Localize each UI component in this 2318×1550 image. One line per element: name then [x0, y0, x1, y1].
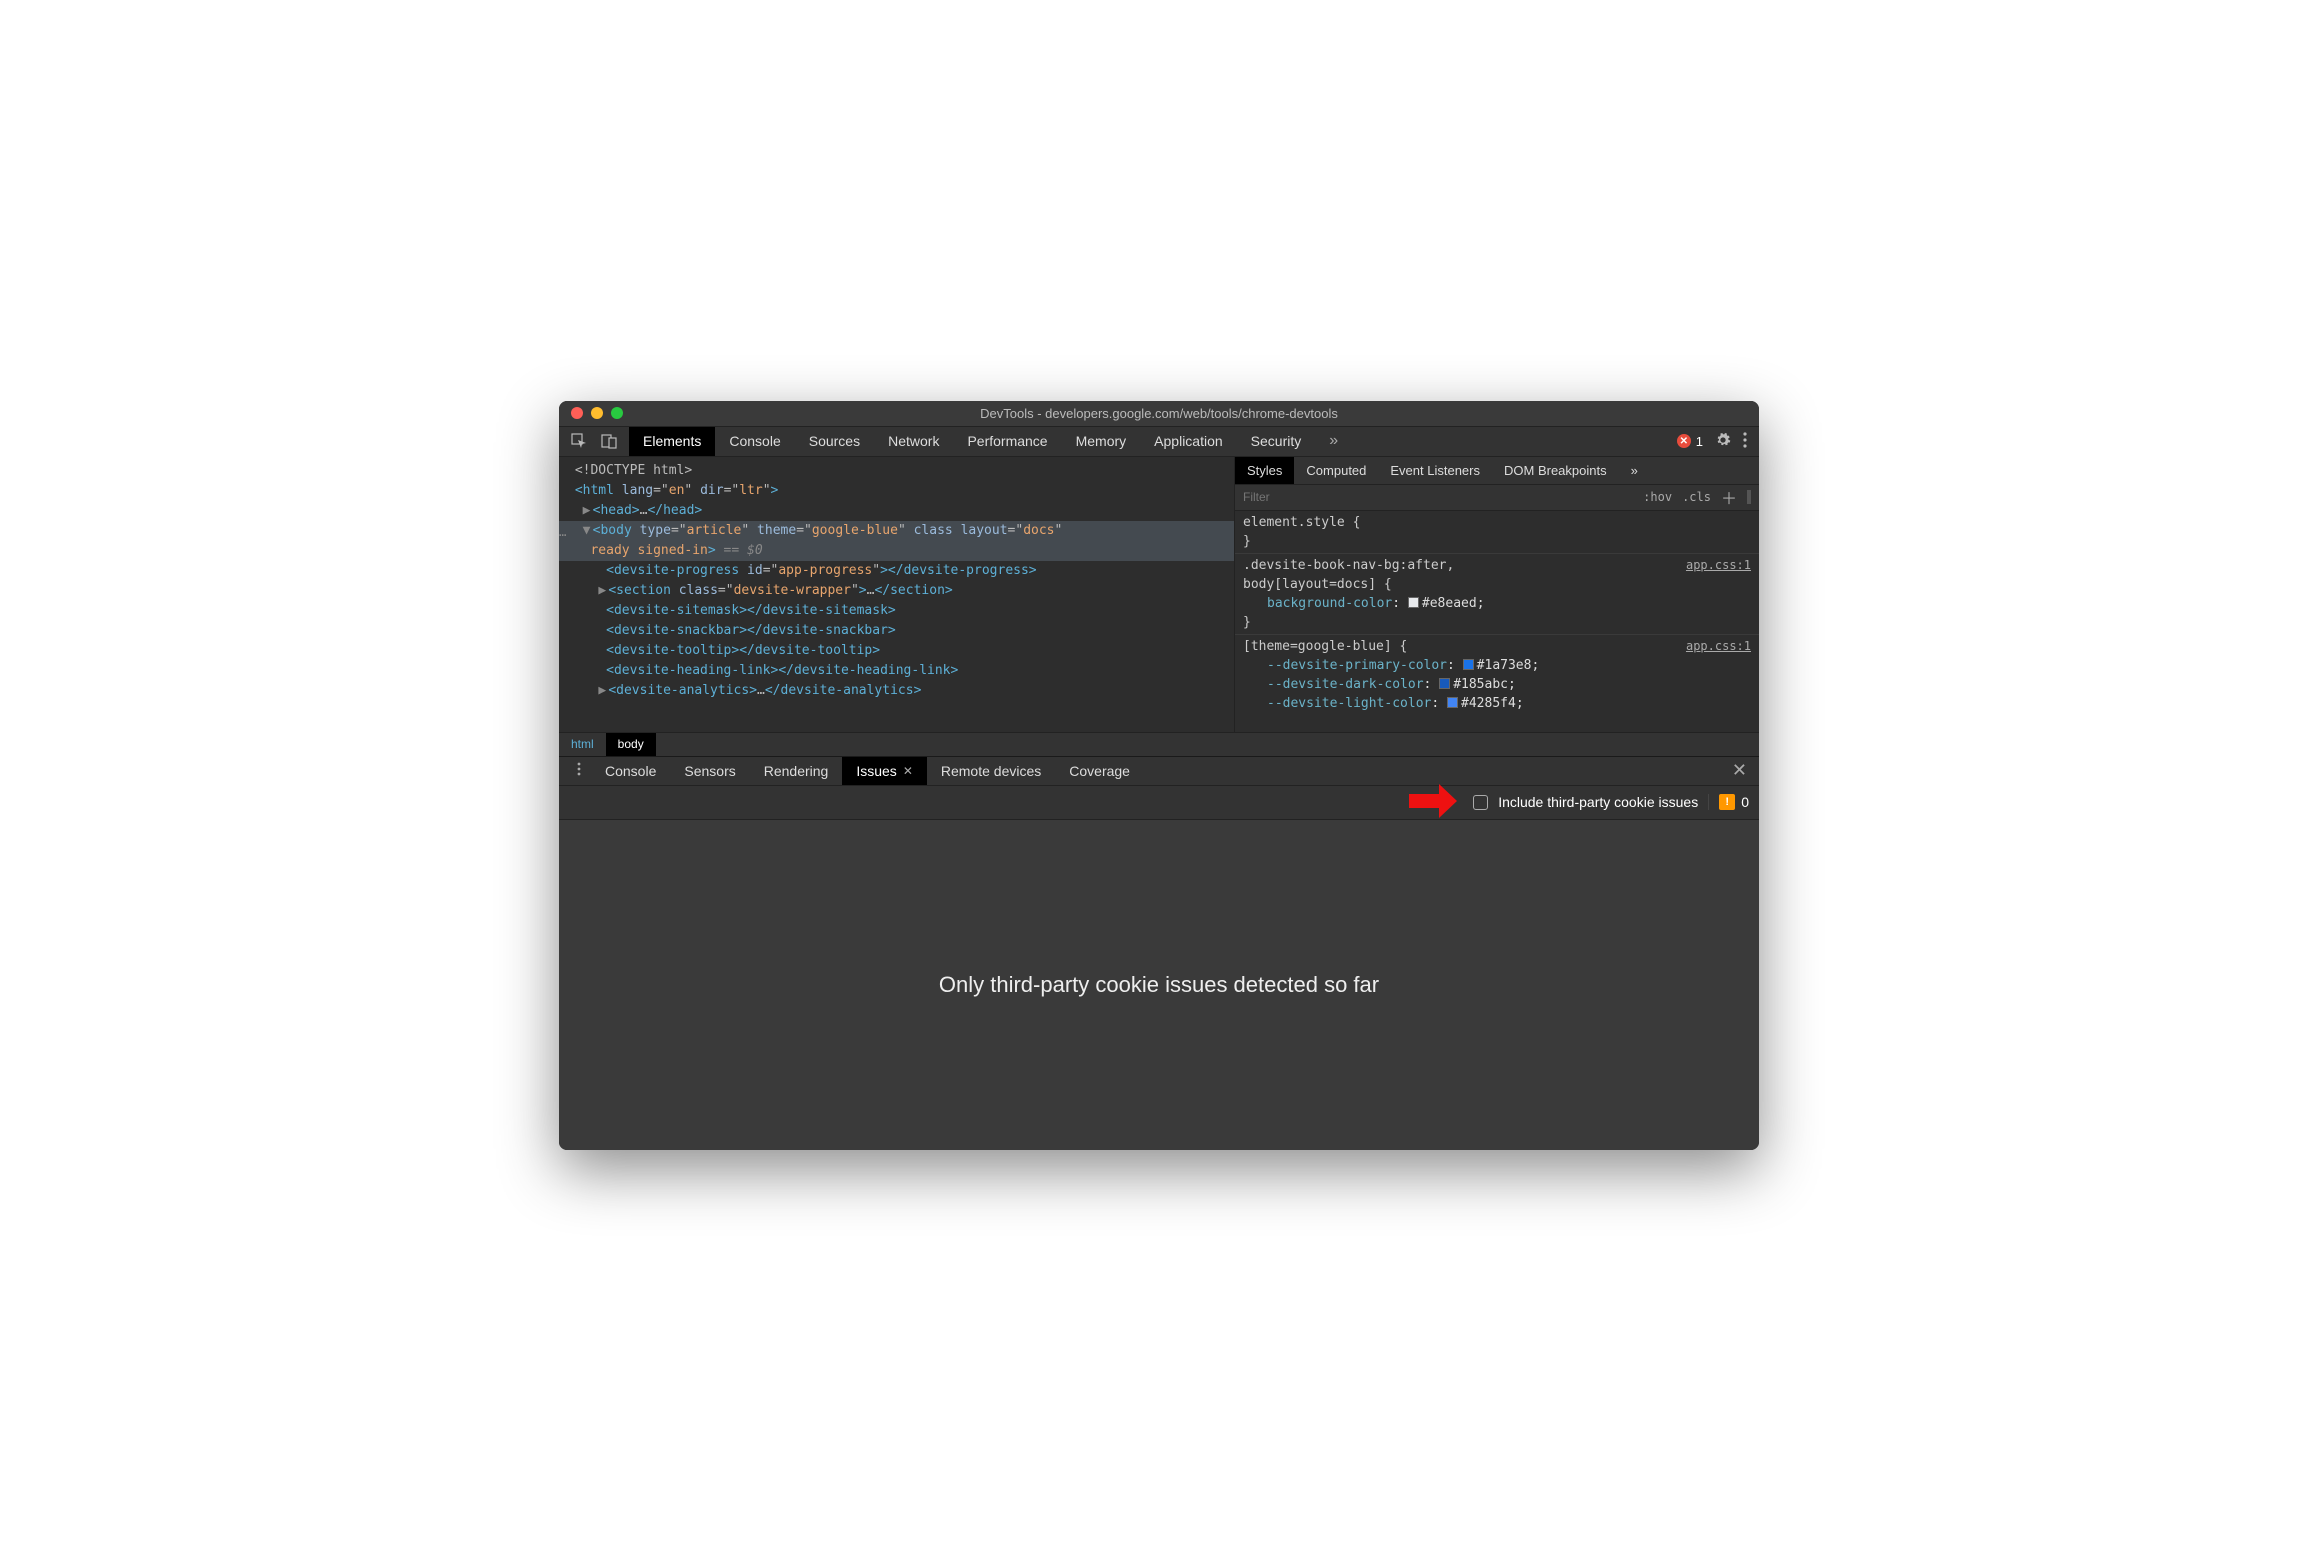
settings-icon[interactable] — [1715, 432, 1731, 451]
dom-line[interactable]: <devsite-tooltip></devsite-tooltip> — [559, 641, 1234, 661]
styles-filter-input[interactable] — [1243, 490, 1633, 504]
include-third-party-label: Include third-party cookie issues — [1498, 794, 1698, 810]
dom-line[interactable]: <devsite-sitemask></devsite-sitemask> — [559, 601, 1234, 621]
dom-line[interactable]: ▶<devsite-analytics>…</devsite-analytics… — [559, 681, 1234, 701]
warning-flag-icon: ! — [1719, 794, 1735, 810]
elements-breadcrumb: html body — [559, 732, 1759, 756]
rule-selector: .devsite-book-nav-bg:after, body[layout=… — [1243, 556, 1751, 594]
scroll-hint-icon — [1747, 490, 1751, 504]
styles-tab-dom-breakpoints[interactable]: DOM Breakpoints — [1492, 457, 1619, 484]
drawer-tab-issues[interactable]: Issues ✕ — [842, 757, 927, 785]
tab-elements[interactable]: Elements — [629, 427, 715, 456]
dom-line[interactable]: <html lang="en" dir="ltr"> — [559, 481, 1234, 501]
toolbar-right: ✕ 1 — [1677, 432, 1759, 451]
tab-console[interactable]: Console — [715, 427, 794, 456]
drawer-close-icon[interactable]: ✕ — [1732, 760, 1759, 781]
drawer-tab-remote-devices[interactable]: Remote devices — [927, 757, 1055, 785]
main-toolbar: Elements Console Sources Network Perform… — [559, 427, 1759, 457]
elements-tree[interactable]: ⋯ <!DOCTYPE html> <html lang="en" dir="l… — [559, 457, 1234, 732]
styles-tabs-overflow[interactable]: » — [1619, 457, 1650, 484]
styles-tab-styles[interactable]: Styles — [1235, 457, 1294, 484]
drawer-tab-coverage[interactable]: Coverage — [1055, 757, 1144, 785]
tab-application[interactable]: Application — [1140, 427, 1237, 456]
styles-rules[interactable]: element.style { } app.css:1 .devsite-boo… — [1235, 511, 1759, 732]
issues-empty-message: Only third-party cookie issues detected … — [939, 972, 1379, 998]
color-swatch[interactable] — [1439, 678, 1450, 689]
style-rule[interactable]: app.css:1 [theme=google-blue] { --devsit… — [1235, 635, 1759, 715]
minimize-window-button[interactable] — [591, 407, 603, 419]
toolbar-left — [559, 433, 629, 449]
crumb-html[interactable]: html — [559, 733, 606, 756]
drawer-tab-label: Issues — [856, 763, 896, 779]
main-panel: ⋯ <!DOCTYPE html> <html lang="en" dir="l… — [559, 457, 1759, 732]
color-swatch[interactable] — [1447, 697, 1458, 708]
error-icon: ✕ — [1677, 434, 1691, 448]
dom-line[interactable]: ▶<section class="devsite-wrapper">…</sec… — [559, 581, 1234, 601]
issues-flag-badge[interactable]: ! 0 — [1708, 794, 1749, 810]
tab-performance[interactable]: Performance — [953, 427, 1061, 456]
issues-flag-count: 0 — [1741, 794, 1749, 810]
tab-sources[interactable]: Sources — [795, 427, 874, 456]
dom-line[interactable]: <!DOCTYPE html> — [559, 461, 1234, 481]
styles-tab-event-listeners[interactable]: Event Listeners — [1378, 457, 1492, 484]
drawer-tabs: Console Sensors Rendering Issues ✕ Remote… — [559, 756, 1759, 786]
device-toolbar-icon[interactable] — [601, 433, 617, 449]
main-tabs: Elements Console Sources Network Perform… — [629, 427, 1677, 456]
dom-line-selected[interactable]: ▼<body type="article" theme="google-blue… — [559, 521, 1234, 561]
titlebar: DevTools - developers.google.com/web/too… — [559, 401, 1759, 427]
rule-selector: [theme=google-blue] { — [1243, 637, 1751, 656]
hov-toggle[interactable]: :hov — [1643, 490, 1672, 504]
new-style-rule-icon[interactable]: ＋ — [1721, 485, 1737, 509]
styles-tabs: Styles Computed Event Listeners DOM Brea… — [1235, 457, 1759, 485]
crumb-body[interactable]: body — [606, 733, 656, 756]
annotation-arrow-icon — [1409, 784, 1457, 821]
css-property[interactable]: --devsite-light-color: #4285f4; — [1243, 694, 1751, 713]
include-third-party-checkbox[interactable] — [1473, 795, 1488, 810]
issues-panel: Only third-party cookie issues detected … — [559, 820, 1759, 1150]
dom-line[interactable]: <devsite-snackbar></devsite-snackbar> — [559, 621, 1234, 641]
tab-memory[interactable]: Memory — [1062, 427, 1141, 456]
style-rule[interactable]: app.css:1 .devsite-book-nav-bg:after, bo… — [1235, 554, 1759, 635]
more-options-icon[interactable] — [1743, 432, 1747, 451]
drawer-more-icon[interactable] — [567, 762, 591, 779]
drawer-tab-console[interactable]: Console — [591, 757, 670, 785]
traffic-lights — [559, 407, 623, 419]
css-property[interactable]: --devsite-primary-color: #1a73e8; — [1243, 656, 1751, 675]
color-swatch[interactable] — [1463, 659, 1474, 670]
rule-selector: element.style { — [1243, 513, 1751, 532]
close-tab-icon[interactable]: ✕ — [903, 764, 913, 778]
window-title: DevTools - developers.google.com/web/too… — [559, 406, 1759, 421]
tab-network[interactable]: Network — [874, 427, 953, 456]
cls-toggle[interactable]: .cls — [1682, 490, 1711, 504]
zoom-window-button[interactable] — [611, 407, 623, 419]
source-link[interactable]: app.css:1 — [1686, 637, 1751, 656]
style-rule[interactable]: element.style { } — [1235, 511, 1759, 554]
inspect-element-icon[interactable] — [571, 433, 587, 449]
rule-brace: } — [1243, 613, 1751, 632]
css-property[interactable]: --devsite-dark-color: #185abc; — [1243, 675, 1751, 694]
drawer-tab-sensors[interactable]: Sensors — [670, 757, 749, 785]
gutter-dots-icon: ⋯ — [559, 525, 567, 545]
css-property[interactable]: background-color: #e8eaed; — [1243, 594, 1751, 613]
main-tabs-overflow[interactable]: » — [1315, 427, 1352, 456]
rule-brace: } — [1243, 532, 1751, 551]
source-link[interactable]: app.css:1 — [1686, 556, 1751, 575]
tab-security[interactable]: Security — [1237, 427, 1316, 456]
error-count-badge[interactable]: ✕ 1 — [1677, 434, 1703, 449]
drawer-tab-rendering[interactable]: Rendering — [750, 757, 843, 785]
dom-line[interactable]: ▶<head>…</head> — [559, 501, 1234, 521]
styles-tab-computed[interactable]: Computed — [1294, 457, 1378, 484]
dom-line[interactable]: <devsite-heading-link></devsite-heading-… — [559, 661, 1234, 681]
devtools-window: DevTools - developers.google.com/web/too… — [559, 401, 1759, 1150]
error-count: 1 — [1696, 434, 1703, 449]
issues-toolbar: Include third-party cookie issues ! 0 — [559, 786, 1759, 820]
styles-pane: Styles Computed Event Listeners DOM Brea… — [1234, 457, 1759, 732]
close-window-button[interactable] — [571, 407, 583, 419]
styles-filter-bar: :hov .cls ＋ — [1235, 485, 1759, 511]
color-swatch[interactable] — [1408, 597, 1419, 608]
dom-line[interactable]: <devsite-progress id="app-progress"></de… — [559, 561, 1234, 581]
